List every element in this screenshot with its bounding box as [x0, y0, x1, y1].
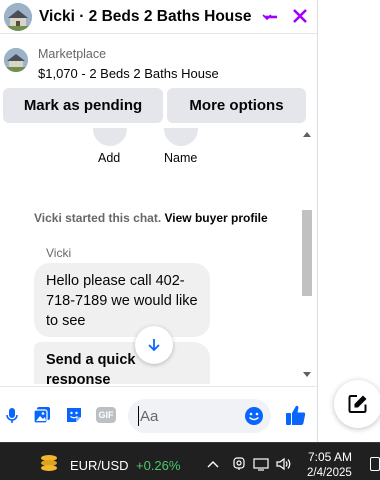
- currency-coins-icon[interactable]: [38, 453, 60, 473]
- listing-title[interactable]: $1,070 - 2 Beds 2 Baths House: [38, 66, 219, 81]
- message-composer: GIF: [0, 386, 318, 442]
- chat-window: Vicki · 2 Beds 2 Baths House Marketplace…: [0, 0, 318, 442]
- clock-time[interactable]: 7:05 AM: [308, 450, 352, 464]
- scroll-up-arrow-icon[interactable]: [303, 132, 311, 137]
- ticker-pair[interactable]: EUR/USD: [70, 458, 129, 473]
- add-label[interactable]: Add: [98, 151, 120, 165]
- message-input[interactable]: [138, 406, 238, 426]
- marketplace-label: Marketplace: [38, 47, 107, 61]
- chat-title[interactable]: Vicki · 2 Beds 2 Baths House: [39, 8, 252, 26]
- emoji-icon[interactable]: [244, 406, 264, 426]
- message-scrollbar[interactable]: [300, 128, 314, 384]
- listing-thumbnail[interactable]: [4, 48, 28, 72]
- ticker-change[interactable]: +0.26%: [136, 458, 180, 473]
- message-bubble[interactable]: Send a quick response: [34, 342, 210, 384]
- scroll-down-arrow-icon[interactable]: [303, 372, 311, 377]
- windows-taskbar: EUR/USD +0.26% 7:05 AM 2/4/2025: [0, 442, 380, 480]
- chat-header[interactable]: Vicki · 2 Beds 2 Baths House: [0, 0, 318, 34]
- message-bubble[interactable]: Hello please call 402-718-7189 we would …: [34, 263, 210, 337]
- avatar[interactable]: [4, 2, 32, 31]
- name-label[interactable]: Name: [164, 151, 197, 165]
- chevron-up-icon[interactable]: [205, 457, 221, 471]
- name-icon[interactable]: [164, 128, 198, 146]
- mark-as-pending-button[interactable]: Mark as pending: [3, 88, 163, 123]
- sticker-icon[interactable]: [64, 405, 84, 425]
- message-input-box[interactable]: [128, 399, 271, 433]
- add-icon[interactable]: [93, 128, 127, 146]
- microphone-icon[interactable]: [2, 405, 22, 425]
- camera-icon[interactable]: [231, 457, 247, 471]
- network-icon[interactable]: [253, 457, 269, 471]
- like-icon[interactable]: [284, 403, 308, 427]
- clock-date[interactable]: 2/4/2025: [307, 467, 352, 479]
- photo-icon[interactable]: [32, 405, 52, 425]
- chat-started-text: Vicki started this chat.: [34, 211, 162, 225]
- close-icon[interactable]: [290, 6, 310, 26]
- chat-started-notice: Vicki started this chat. View buyer prof…: [34, 211, 268, 225]
- more-options-button[interactable]: More options: [167, 88, 306, 123]
- compose-icon: [348, 395, 367, 413]
- page-background: [318, 0, 380, 442]
- marketplace-context[interactable]: Marketplace $1,070 - 2 Beds 2 Baths Hous…: [0, 44, 318, 84]
- notification-icon[interactable]: [370, 457, 380, 471]
- gif-label: GIF: [98, 410, 114, 420]
- message-list[interactable]: Add Name Vicki started this chat. View b…: [0, 128, 300, 384]
- scroll-to-bottom-button[interactable]: [135, 326, 173, 364]
- sender-name: Vicki: [46, 246, 72, 260]
- minimize-icon[interactable]: [262, 8, 280, 26]
- new-message-button[interactable]: [334, 380, 380, 428]
- scrollbar-thumb[interactable]: [302, 210, 312, 296]
- view-buyer-profile-link[interactable]: View buyer profile: [165, 211, 268, 225]
- volume-icon[interactable]: [276, 457, 292, 471]
- gif-icon[interactable]: GIF: [96, 407, 116, 423]
- arrow-down-icon: [148, 339, 160, 352]
